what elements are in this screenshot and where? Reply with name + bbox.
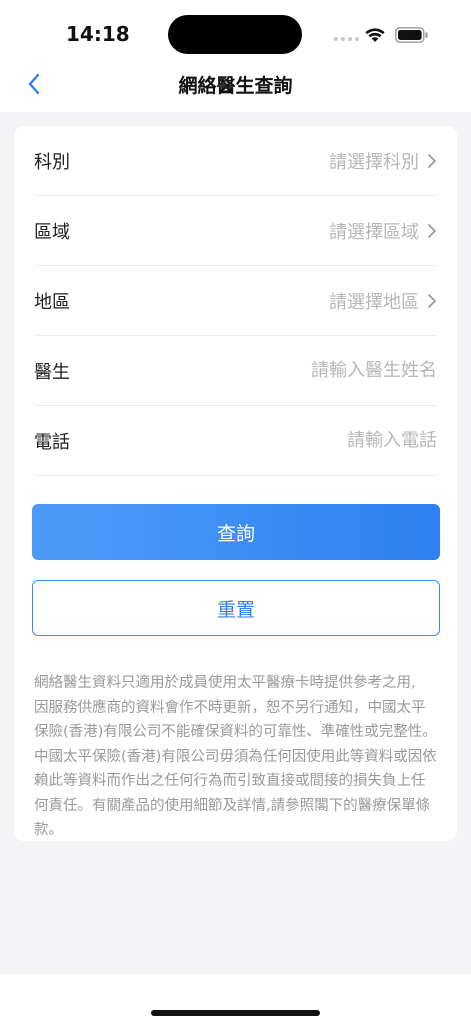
phone-label: 電話 xyxy=(34,431,70,453)
disclaimer-line: 何責任。有關產品的使用細節及詳情,請參照閣下的醫療保單條 xyxy=(34,797,431,814)
page-title: 網絡醫生查詢 xyxy=(178,75,293,97)
disclaimer-line: 中國太平保險(香港)有限公司毋須為任何因使用此等資料或因依 xyxy=(34,748,437,765)
phone-row: 電話 xyxy=(34,406,437,476)
disclaimer-line: 因服務供應商的資料會作不時更新，恕不另行通知，中國太平 xyxy=(34,699,426,716)
district-select[interactable]: 地區 請選擇地區 xyxy=(34,266,437,336)
reset-button[interactable]: 重置 xyxy=(32,580,440,636)
navigation-bar: 網絡醫生查詢 xyxy=(0,56,471,112)
district-value: 請選擇地區 xyxy=(329,288,437,314)
chevron-right-icon xyxy=(428,293,436,308)
department-value: 請選擇科別 xyxy=(329,148,437,174)
home-indicator[interactable] xyxy=(151,1010,320,1016)
cellular-signal-icon xyxy=(334,37,359,41)
wifi-icon xyxy=(365,28,385,42)
battery-icon xyxy=(395,27,428,43)
disclaimer-line: 賴此等資料而作出之任何行為而引致直接或間接的損失負上任 xyxy=(34,773,426,789)
search-button[interactable]: 查詢 xyxy=(32,504,440,560)
search-form-card: 科別 請選擇科別 區域 請選擇區域 地區 請選擇地區 醫生 電話 xyxy=(14,126,457,841)
dynamic-island xyxy=(168,15,302,54)
department-select[interactable]: 科別 請選擇科別 xyxy=(34,126,437,196)
doctor-row: 醫生 xyxy=(34,336,437,406)
department-placeholder: 請選擇科別 xyxy=(329,151,419,173)
home-indicator-area xyxy=(0,974,471,1024)
region-label: 區域 xyxy=(34,221,70,243)
region-value: 請選擇區域 xyxy=(329,218,437,244)
department-label: 科別 xyxy=(34,151,70,173)
region-placeholder: 請選擇區域 xyxy=(329,221,419,243)
disclaimer-line: 款。 xyxy=(34,822,63,838)
doctor-label: 醫生 xyxy=(34,361,70,383)
phone-input[interactable] xyxy=(197,430,437,451)
doctor-name-input[interactable] xyxy=(197,360,437,381)
district-placeholder: 請選擇地區 xyxy=(329,291,419,313)
disclaimer-line: 保險(香港)有限公司不能確保資料的可靠性、準確性或完整性。 xyxy=(34,724,437,740)
status-time: 14:18 xyxy=(66,22,130,46)
chevron-right-icon xyxy=(428,223,436,238)
region-select[interactable]: 區域 請選擇區域 xyxy=(34,196,437,266)
chevron-right-icon xyxy=(428,153,436,168)
disclaimer-line: 網絡醫生資料只適用於成員使用太平醫療卡時提供參考之用, xyxy=(34,675,416,691)
district-label: 地區 xyxy=(34,291,70,313)
disclaimer-text: 網絡醫生資料只適用於成員使用太平醫療卡時提供參考之用, 因服務供應商的資料會作不… xyxy=(34,671,438,843)
